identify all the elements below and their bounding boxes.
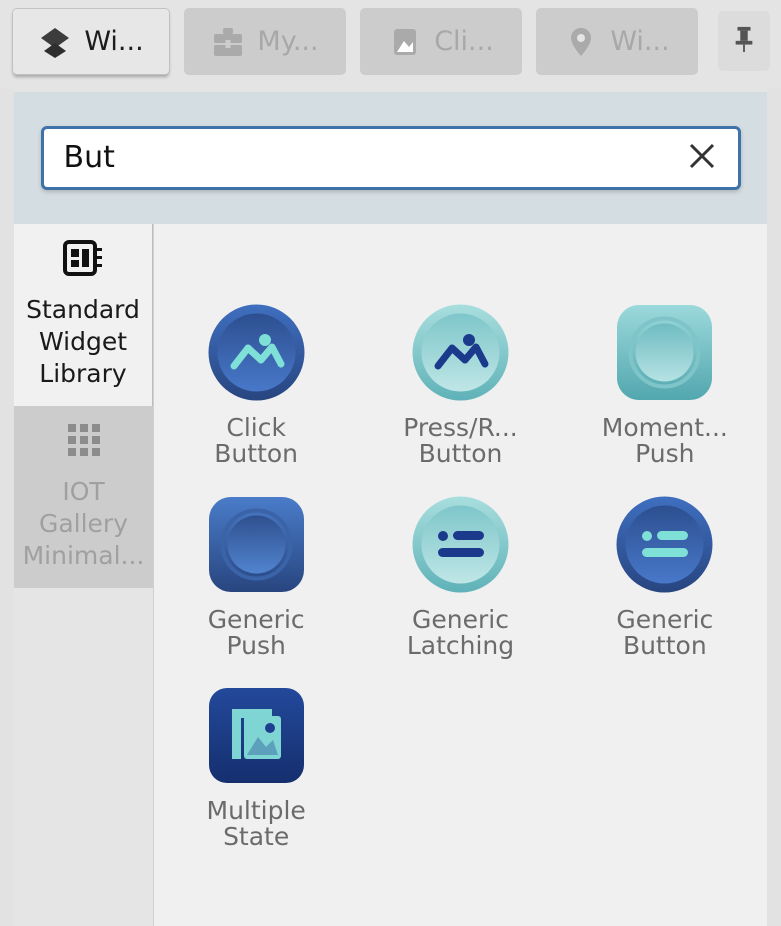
library-sidebar: Standard Widget Library IOT Gallery Mini… (14, 224, 154, 926)
widget-item-label: Generic Push (207, 604, 305, 660)
library-panel: Standard Widget Library IOT Gallery Mini… (14, 224, 767, 926)
search-strip: But (14, 92, 767, 224)
widget-item-label: Click Button (214, 413, 299, 469)
tab-clipart-label: Cli... (434, 26, 494, 57)
concentric-circle-icon (617, 305, 713, 400)
image-icon (388, 25, 422, 59)
tab-bar: Wi... My... Cli... Wi... (0, 0, 781, 88)
widget-item-press-release-button[interactable]: Press/R... Button (358, 302, 562, 468)
widget-item-label: Generic Button (616, 604, 714, 660)
tab-my-label: My... (257, 26, 319, 57)
tab-widgets-location-label: Wi... (610, 26, 670, 57)
widget-item-label: Generic Latching (406, 604, 515, 660)
pin-panel-button[interactable] (718, 11, 770, 71)
sidebar-item-iot-gallery-minimal[interactable]: IOT Gallery Minimal... (14, 406, 153, 588)
search-input[interactable]: But (64, 143, 684, 173)
widget-thumb (614, 494, 715, 595)
widget-thumb (206, 494, 307, 595)
concentric-circle-icon (208, 496, 304, 592)
sidebar-item-standard-widget-library-label: Standard Widget Library (26, 295, 140, 388)
widget-library-icon (61, 238, 105, 282)
widget-item-multiple-state[interactable]: Multiple State (154, 685, 358, 851)
widget-thumb (410, 302, 511, 403)
grid-dots-icon (64, 420, 104, 464)
tab-widgets-location[interactable]: Wi... (536, 8, 698, 75)
widget-item-generic-push[interactable]: Generic Push (154, 494, 358, 660)
panel-left-margin (0, 88, 14, 926)
layers-icon (38, 25, 72, 59)
clear-search-button[interactable] (684, 140, 720, 176)
list-bars-icon (412, 496, 509, 592)
image-mountain-icon (208, 304, 305, 401)
widget-item-label: Moment... Push (601, 413, 728, 469)
widget-grid: Click Button Press/R... Button Moment...… (154, 302, 767, 851)
tab-my[interactable]: My... (184, 8, 346, 75)
widget-results-area: Click Button Press/R... Button Moment...… (154, 224, 767, 926)
pushpin-icon (731, 24, 757, 58)
widget-item-generic-latching[interactable]: Generic Latching (358, 494, 562, 660)
widget-thumb (614, 302, 715, 403)
widget-thumb (206, 302, 307, 403)
sidebar-item-standard-widget-library[interactable]: Standard Widget Library (14, 224, 153, 406)
widget-item-click-button[interactable]: Click Button (154, 302, 358, 468)
list-bars-icon (616, 496, 713, 592)
widget-item-momentary-push[interactable]: Moment... Push (563, 302, 767, 468)
widget-thumb (206, 685, 307, 786)
widget-item-label: Multiple State (206, 796, 306, 852)
briefcase-icon (211, 25, 245, 59)
close-icon (686, 140, 718, 176)
widget-item-generic-button[interactable]: Generic Button (563, 494, 767, 660)
tab-widgets[interactable]: Wi... (12, 8, 170, 75)
widget-thumb (410, 494, 511, 595)
widget-item-label: Press/R... Button (403, 413, 518, 469)
stacked-images-icon (208, 688, 304, 783)
search-box[interactable]: But (40, 126, 741, 190)
tab-widgets-label: Wi... (84, 26, 144, 57)
sidebar-item-iot-gallery-minimal-label: IOT Gallery Minimal... (22, 477, 145, 570)
tab-clipart[interactable]: Cli... (360, 8, 522, 75)
image-mountain-icon (412, 304, 509, 401)
panel-right-margin (767, 88, 781, 926)
map-pin-icon (564, 25, 598, 59)
